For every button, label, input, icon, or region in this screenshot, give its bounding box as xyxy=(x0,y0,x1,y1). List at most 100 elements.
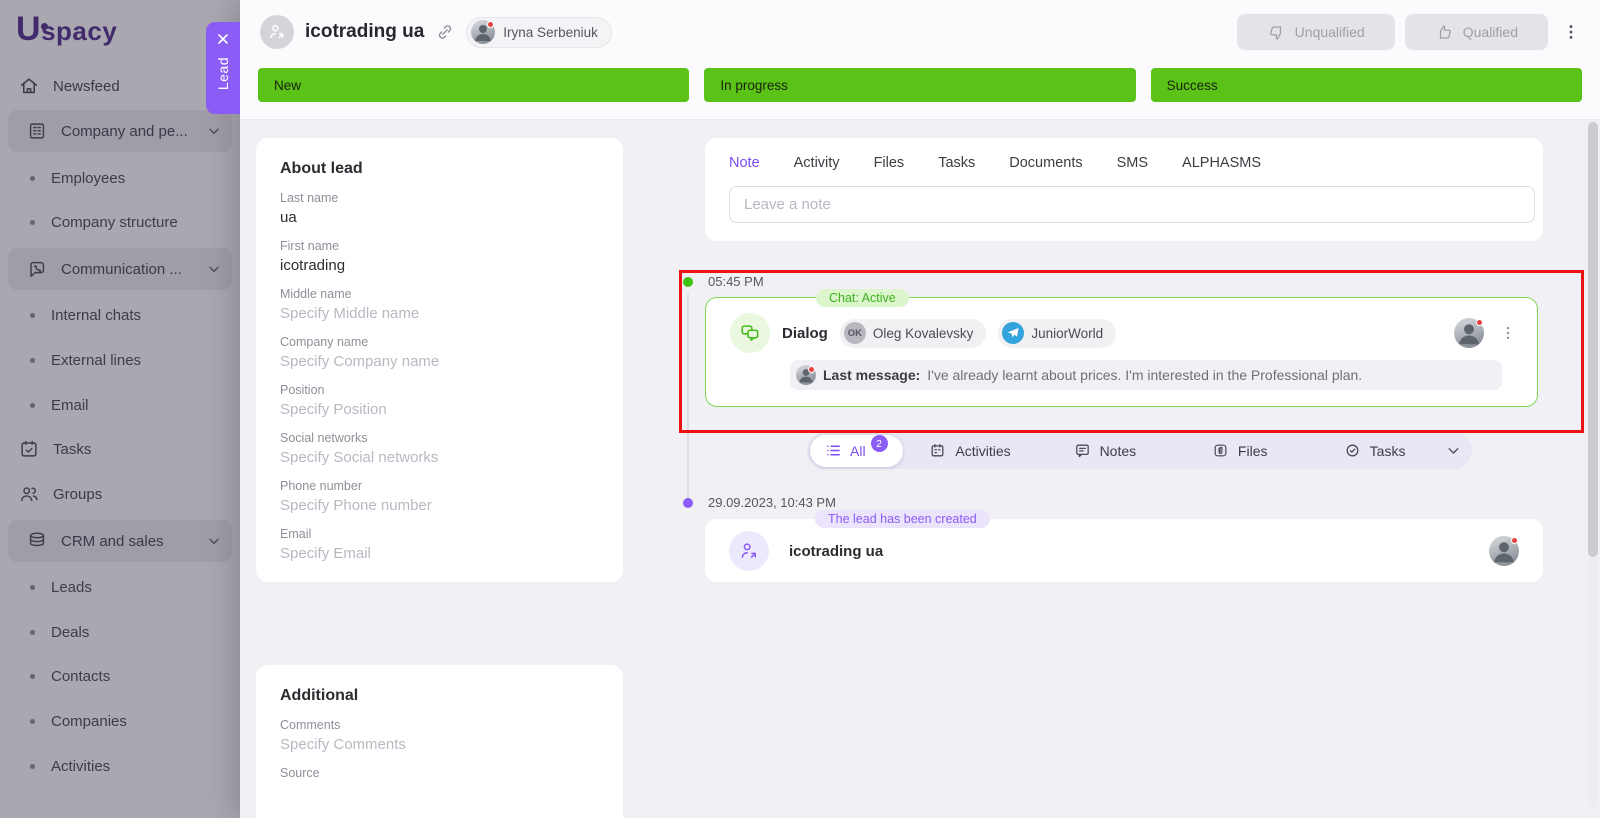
channel-name: JuniorWorld xyxy=(1031,326,1103,341)
stage-success[interactable]: Success xyxy=(1151,68,1582,102)
field-label: Middle name xyxy=(280,287,599,301)
filter-files[interactable]: Files xyxy=(1172,442,1307,459)
qualified-button[interactable]: Qualified xyxy=(1405,14,1548,50)
filter-label: Notes xyxy=(1100,443,1137,459)
timeline-time: 29.09.2023, 10:43 PM xyxy=(708,495,836,510)
note-icon xyxy=(1074,442,1091,459)
lead-created-card[interactable]: The lead has been created icotrading ua xyxy=(705,519,1543,582)
list-icon xyxy=(825,442,842,459)
status-dot xyxy=(1511,537,1518,544)
composer-card: Note Activity Files Tasks Documents SMS … xyxy=(705,138,1543,241)
field-comments: Comments Specify Comments xyxy=(280,718,599,753)
field-placeholder[interactable]: Specify Social networks xyxy=(280,449,599,466)
chevron-down-icon[interactable] xyxy=(1442,442,1464,459)
assignee-chip[interactable]: Iryna Serbeniuk xyxy=(466,17,612,48)
about-lead-title: About lead xyxy=(280,160,599,178)
field-value[interactable]: ua xyxy=(280,209,599,226)
field-placeholder[interactable]: Specify Position xyxy=(280,401,599,418)
channel-chip[interactable]: JuniorWorld xyxy=(998,319,1116,348)
timeline-time: 05:45 PM xyxy=(708,274,764,289)
timeline-rail xyxy=(687,294,689,498)
composer-tabs: Note Activity Files Tasks Documents SMS … xyxy=(729,155,1527,171)
field-email: Email Specify Email xyxy=(280,527,599,562)
tab-sms[interactable]: SMS xyxy=(1117,155,1148,171)
timeline-dot-chat xyxy=(683,277,693,287)
link-icon[interactable] xyxy=(435,22,455,42)
stage-label: In progress xyxy=(720,78,788,93)
field-middle-name: Middle name Specify Middle name xyxy=(280,287,599,322)
modal-dim-overlay[interactable] xyxy=(0,0,240,818)
person-add-icon xyxy=(729,531,769,571)
field-placeholder[interactable]: Specify Phone number xyxy=(280,497,599,514)
about-lead-card: About lead Last name ua First name icotr… xyxy=(256,138,623,582)
field-label: Company name xyxy=(280,335,599,349)
field-label: Last name xyxy=(280,191,599,205)
tab-documents[interactable]: Documents xyxy=(1009,155,1082,171)
last-message-label: Last message: xyxy=(823,367,920,383)
filter-all-count-badge: 2 xyxy=(871,435,888,452)
participant-chip[interactable]: OK Oleg Kovalevsky xyxy=(840,319,987,348)
tab-note[interactable]: Note xyxy=(729,155,760,171)
note-input[interactable] xyxy=(729,186,1535,223)
lead-detail-panel: icotrading ua Iryna Serbeniuk Unqualifie… xyxy=(240,0,1600,818)
avatar[interactable] xyxy=(1454,318,1484,348)
chat-title: Dialog xyxy=(782,325,828,342)
field-label: Source xyxy=(280,766,599,780)
field-placeholder[interactable]: Specify Company name xyxy=(280,353,599,370)
field-first-name: First name icotrading xyxy=(280,239,599,274)
stage-label: Success xyxy=(1167,78,1218,93)
status-dot xyxy=(808,366,815,373)
field-label: Comments xyxy=(280,718,599,732)
additional-title: Additional xyxy=(280,687,599,705)
qualified-label: Qualified xyxy=(1463,24,1518,40)
field-position: Position Specify Position xyxy=(280,383,599,418)
field-placeholder[interactable]: Specify Comments xyxy=(280,736,599,753)
scrollbar-thumb[interactable] xyxy=(1588,122,1598,557)
chat-activity-card[interactable]: Chat: Active Dialog OK Oleg Kovalevsky J… xyxy=(705,297,1538,407)
lead-header: icotrading ua Iryna Serbeniuk Unqualifie… xyxy=(240,0,1600,120)
filter-label: Tasks xyxy=(1370,443,1406,459)
tab-files[interactable]: Files xyxy=(874,155,905,171)
filter-activities[interactable]: Activities xyxy=(903,442,1038,459)
field-label: Social networks xyxy=(280,431,599,445)
stage-in-progress[interactable]: In progress xyxy=(704,68,1135,102)
tab-tasks[interactable]: Tasks xyxy=(938,155,975,171)
stage-new[interactable]: New xyxy=(258,68,689,102)
avatar xyxy=(471,20,495,44)
page-title: icotrading ua xyxy=(305,21,424,43)
avatar xyxy=(796,365,816,385)
kebab-icon[interactable] xyxy=(1560,20,1582,44)
field-phone-number: Phone number Specify Phone number xyxy=(280,479,599,514)
paperclip-icon xyxy=(1212,442,1229,459)
tab-alphasms[interactable]: ALPHASMS xyxy=(1182,155,1261,171)
stage-label: New xyxy=(274,78,301,93)
field-label: Email xyxy=(280,527,599,541)
avatar[interactable] xyxy=(1489,536,1519,566)
created-entry-title: icotrading ua xyxy=(789,543,883,560)
lead-type-avatar xyxy=(260,15,294,49)
filter-tasks[interactable]: Tasks xyxy=(1307,442,1442,459)
filter-all[interactable]: All 2 xyxy=(810,435,903,467)
filter-notes[interactable]: Notes xyxy=(1037,442,1172,459)
field-value[interactable]: icotrading xyxy=(280,257,599,274)
field-label: First name xyxy=(280,239,599,253)
field-placeholder[interactable]: Specify Email xyxy=(280,545,599,562)
last-message-text: I've already learnt about prices. I'm in… xyxy=(927,367,1362,383)
field-company-name: Company name Specify Company name xyxy=(280,335,599,370)
tab-activity[interactable]: Activity xyxy=(794,155,840,171)
field-last-name: Last name ua xyxy=(280,191,599,226)
field-social-networks: Social networks Specify Social networks xyxy=(280,431,599,466)
unqualified-label: Unqualified xyxy=(1295,24,1365,40)
lead-panel-tab: Lead xyxy=(206,22,240,114)
unqualified-button[interactable]: Unqualified xyxy=(1237,14,1395,50)
field-label: Position xyxy=(280,383,599,397)
filter-label: Activities xyxy=(955,443,1010,459)
field-placeholder[interactable]: Specify Middle name xyxy=(280,305,599,322)
timeline-filter-bar: All 2 Activities Notes Files Tasks xyxy=(807,432,1472,469)
field-label: Phone number xyxy=(280,479,599,493)
last-message-bar[interactable]: Last message: I've already learnt about … xyxy=(790,360,1502,390)
filter-all-label: All xyxy=(850,443,866,459)
thumb-up-icon xyxy=(1435,23,1454,42)
close-icon[interactable] xyxy=(215,31,231,47)
kebab-icon[interactable] xyxy=(1499,324,1517,342)
